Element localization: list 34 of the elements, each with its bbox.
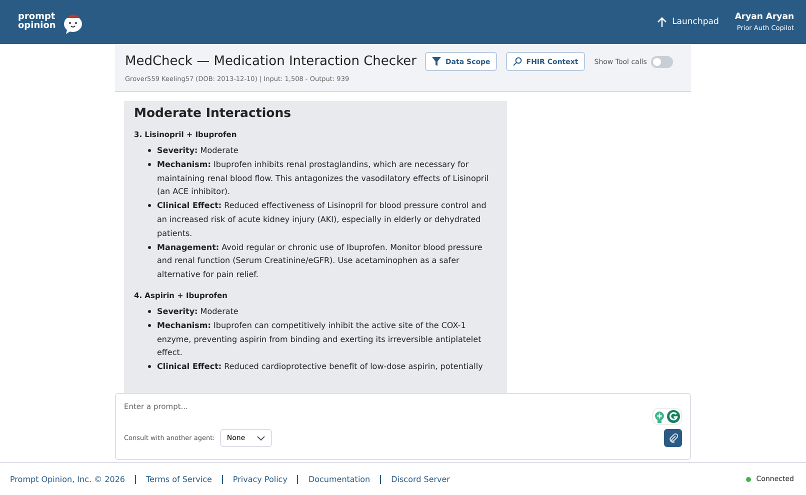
bullet-icon — [148, 204, 151, 208]
chevron-down-icon — [257, 436, 266, 440]
bullet-text: Severity: Moderate — [157, 145, 238, 157]
search-icon — [513, 57, 522, 66]
tool-calls-toggle[interactable] — [650, 56, 673, 68]
bullet-text: Mechanism: Ibuprofen can competitively inhibit the active site of the COX-1 enzyme, preventing aspirin from binding and exerting its irreversible antiplatelet effect. — [157, 320, 482, 360]
filter-icon — [432, 57, 442, 66]
bullet-text: Clinical Effect: Reduced effectiveness of Lisinopril for blood pressure control and an increased risk of acute kidney injury (AKI), especially in elderly or dehydrated patients. — [157, 200, 488, 240]
footer-link[interactable]: Terms of Service — [146, 474, 212, 484]
launchpad-button[interactable]: Launchpad — [657, 16, 719, 28]
bullet-icon — [148, 365, 151, 368]
grammar-icon — [667, 410, 680, 423]
footer-link[interactable]: Prompt Opinion, Inc. © 2026 — [10, 474, 125, 484]
bullet-text: Management: Avoid regular or chronic use of Ibuprofen. Monitor blood pressure and renal function (Serum Creatinine/eGFR). Use acetaminophen as a safer alternative for pain relief. — [157, 242, 484, 282]
message-heading: Moderate Interactions — [134, 105, 292, 120]
bullet-icon — [148, 246, 151, 249]
lightbulb-icon — [654, 410, 665, 422]
bullet-text: Clinical Effect: Reduced cardioprotective benefit of low-dose aspirin, potentially — [157, 361, 483, 374]
bullet-icon — [148, 324, 151, 327]
footer-link[interactable]: Documentation — [308, 474, 370, 484]
paperclip-icon — [668, 433, 678, 443]
attach-button[interactable] — [664, 429, 682, 447]
arrow-up-icon — [657, 16, 668, 28]
chat-title: MedCheck — Medication Interaction Checker — [125, 54, 416, 69]
footer-link[interactable]: Discord Server — [391, 474, 450, 484]
logo-text: prompt — [18, 13, 56, 22]
footer-link[interactable]: Privacy Policy — [232, 474, 288, 484]
bullet-icon — [148, 310, 151, 313]
user-name: Aryan Aryan — [734, 12, 794, 22]
bullet-icon — [148, 149, 151, 152]
logo-text: opinion — [18, 22, 56, 31]
bullet-text: Severity: Moderate — [157, 306, 238, 318]
bullet-icon — [148, 162, 151, 166]
bullet-text: Mechanism: Ibuprofen inhibits renal prostaglandins, which are necessary for maintaining renal blood flow. This antagonizes the vasodilatory effects of Lisinopril (an ACE inhibitor). — [157, 158, 490, 198]
